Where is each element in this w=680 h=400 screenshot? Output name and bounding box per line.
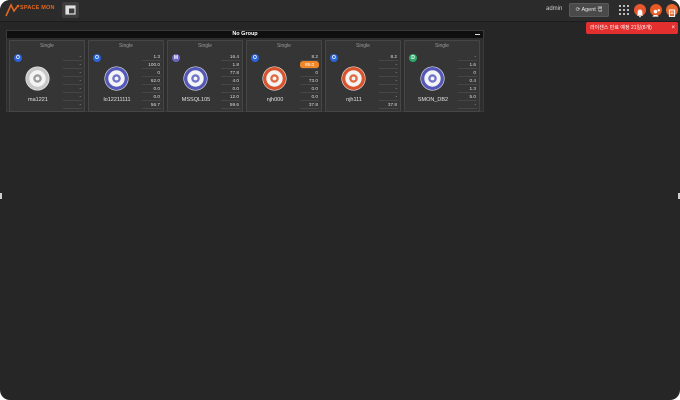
left-edge-handle: [0, 193, 2, 199]
metric-value: 8.2: [300, 53, 319, 61]
metric-value: 73.0: [300, 77, 319, 85]
server-name: njh111: [346, 97, 362, 103]
metric-value: -: [379, 77, 398, 85]
metric-value: 0: [142, 69, 161, 77]
metric-value: 0.4: [458, 77, 477, 85]
metric-list: 8.2 89.0 0 73.0 0.0 0.0 37.8: [300, 53, 319, 109]
group-title: No Group: [232, 31, 258, 37]
db-type-badge: O: [251, 54, 259, 62]
dashboard-toggle-button[interactable]: [62, 2, 79, 18]
status-donut-icon: [341, 66, 366, 91]
metric-value: 12.0: [221, 93, 240, 101]
metric-value: 0.0: [300, 85, 319, 93]
user-alert-icon[interactable]: [650, 4, 662, 17]
status-donut-icon: [25, 66, 50, 91]
metric-value: -: [379, 85, 398, 93]
metric-list: -1.6 0 0.4 1.3 5.0-: [458, 53, 477, 109]
metric-value: 5.0: [458, 93, 477, 101]
db-type-badge: O: [14, 54, 22, 62]
metric-value: 0.0: [300, 93, 319, 101]
metric-value: 0.0: [142, 85, 161, 93]
server-card[interactable]: Single M MSSQL105 16.4 1.8 77.8 4.0 0.0 12.0 59.6: [167, 40, 243, 112]
user-name[interactable]: admin: [546, 6, 562, 12]
metric-value: 59.6: [221, 101, 240, 109]
metric-value: 56.7: [142, 101, 161, 109]
metric-value: 62.0: [142, 77, 161, 85]
metric-value: 0.0: [142, 93, 161, 101]
metric-value: 1.3: [142, 53, 161, 61]
card-type: Single: [119, 43, 133, 49]
bell-icon[interactable]: [634, 4, 646, 18]
server-name: lo12211111: [103, 97, 131, 103]
server-card[interactable]: Single Olo12211111 1.3 100.0 0 62.0 0.0 0.0 56.7: [88, 40, 164, 112]
server-name: SMON_DB2: [417, 97, 449, 103]
server-card[interactable]: Single Onjh111 8.2- - - - -37.8: [325, 40, 401, 112]
metric-value: 0: [300, 69, 319, 77]
metric-value: 0: [458, 69, 477, 77]
server-card[interactable]: Single D SMON_DB2-1.6 0 0.4 1.3 5.0-: [404, 40, 480, 112]
metric-value: -: [63, 101, 82, 109]
status-donut-icon: [183, 66, 208, 91]
metric-value: -: [458, 53, 477, 61]
group-header[interactable]: No Group: [7, 31, 483, 38]
status-donut-icon: [104, 66, 129, 91]
card-type: Single: [40, 43, 54, 49]
metric-value: -: [63, 85, 82, 93]
metric-value: 16.4: [221, 53, 240, 61]
card-type: Single: [356, 43, 370, 49]
server-name: MSSQL105: [181, 97, 211, 103]
grid-view-icon[interactable]: [618, 4, 630, 16]
metric-value: -: [379, 93, 398, 101]
close-icon[interactable]: ×: [671, 22, 675, 34]
db-type-badge: M: [172, 54, 180, 62]
metric-value: 77.8: [221, 69, 240, 77]
metric-value: 1.8: [221, 61, 240, 69]
metric-value: 89.0: [300, 61, 319, 69]
agent-button-label: Agent 랩: [581, 7, 603, 13]
logo-text: SPACE MON: [20, 5, 55, 11]
metric-list: 1.3 100.0 0 62.0 0.0 0.0 56.7: [142, 53, 161, 109]
metric-value: -: [458, 101, 477, 109]
metric-value: -: [63, 69, 82, 77]
metric-value: 37.8: [300, 101, 319, 109]
card-type: Single: [277, 43, 291, 49]
metric-value: 100.0: [142, 61, 161, 69]
metric-value: 37.8: [379, 101, 398, 109]
server-name: njh000: [266, 97, 284, 103]
server-card[interactable]: Single Oma1221- - - - - - -: [9, 40, 85, 112]
app-window: SPACE MON admin ⟳ Agent 랩 라이센스 만료 예정 21일…: [0, 0, 680, 400]
server-group-panel: No Group Single Oma1221- - - - - - - Single Olo12…: [6, 30, 484, 112]
metric-list: -------: [63, 53, 82, 109]
db-type-badge: D: [409, 54, 417, 62]
license-message: 라이센스 만료 예정 21일(8개): [590, 25, 652, 31]
report-icon[interactable]: [666, 4, 678, 17]
top-bar: SPACE MON admin ⟳ Agent 랩: [0, 0, 680, 22]
metric-value: -: [63, 61, 82, 69]
agent-button[interactable]: ⟳ Agent 랩: [569, 3, 609, 17]
minimize-icon[interactable]: [475, 34, 480, 35]
db-type-badge: O: [330, 54, 338, 62]
card-type: Single: [435, 43, 449, 49]
server-name: ma1221: [28, 97, 48, 103]
metric-value: -: [379, 69, 398, 77]
metric-value: 4.0: [221, 77, 240, 85]
db-type-badge: O: [93, 54, 101, 62]
metric-value: -: [63, 53, 82, 61]
status-donut-icon: [262, 66, 287, 91]
metric-value: -: [63, 77, 82, 85]
license-expiry-notice[interactable]: 라이센스 만료 예정 21일(8개) ×: [586, 22, 678, 34]
refresh-icon: ⟳: [575, 7, 581, 13]
metric-value: 8.2: [379, 53, 398, 61]
layout-icon: [65, 5, 76, 15]
metric-list: 8.2- - - - -37.8: [379, 53, 398, 109]
metric-list: 16.4 1.8 77.8 4.0 0.0 12.0 59.6: [221, 53, 240, 109]
status-donut-icon: [420, 66, 445, 91]
metric-value: -: [63, 93, 82, 101]
card-type: Single: [198, 43, 212, 49]
metric-value: 0.0: [221, 85, 240, 93]
metric-value: -: [379, 61, 398, 69]
metric-value: 1.3: [458, 85, 477, 93]
metric-value: 1.6: [458, 61, 477, 69]
server-card[interactable]: Single Onjh000 8.2 89.0 0 73.0 0.0 0.0 37.8: [246, 40, 322, 112]
